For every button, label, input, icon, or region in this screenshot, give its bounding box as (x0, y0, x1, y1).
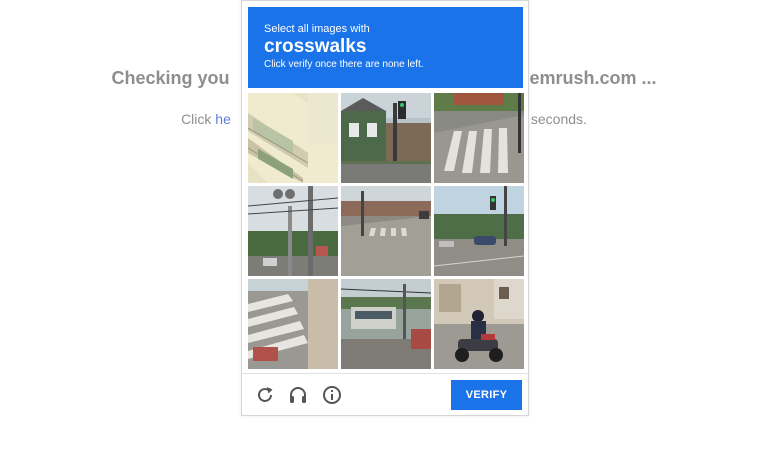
tile-tram-street[interactable] (341, 279, 431, 369)
captcha-header: Select all images with crosswalks Click … (248, 7, 523, 88)
tile-intersection-crosswalk[interactable] (341, 186, 431, 276)
tile-road-traffic-light[interactable] (434, 186, 524, 276)
captcha-image-grid (248, 93, 524, 369)
captcha-prompt: Select all images with (264, 23, 370, 35)
page-heading-left: Checking you (111, 68, 230, 88)
captcha-footer: VERIFY (242, 373, 528, 416)
captcha-keyword: crosswalks (264, 36, 367, 57)
tile-house-traffic-light[interactable] (341, 93, 431, 183)
tile-utility-poles[interactable] (248, 186, 338, 276)
subline-prefix: Click (181, 111, 216, 127)
subline-suffix: seconds. (530, 111, 587, 127)
tile-street-zebra-crossing[interactable] (248, 279, 338, 369)
page-heading-right: emrush.com ... (529, 68, 657, 88)
tile-building-balcony[interactable] (248, 93, 338, 183)
subline-link[interactable]: he (215, 111, 231, 127)
verify-button[interactable]: VERIFY (451, 380, 522, 410)
tile-motorcycle-rider[interactable] (434, 279, 524, 369)
audio-headphones-icon[interactable] (287, 384, 309, 406)
tile-street-crosswalk[interactable] (434, 93, 524, 183)
captcha-hint: Click verify once there are none left. (264, 59, 424, 70)
info-icon[interactable] (321, 384, 343, 406)
captcha-challenge: Select all images with crosswalks Click … (241, 0, 529, 416)
reload-icon[interactable] (254, 384, 276, 406)
